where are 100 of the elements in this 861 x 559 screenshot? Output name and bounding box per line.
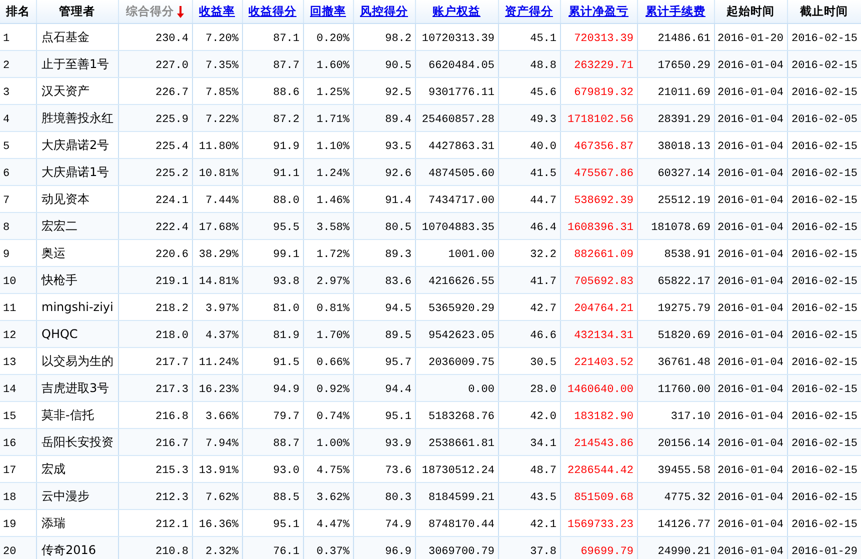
table-cell: 25460857.28: [422, 114, 494, 126]
table-cell: 1.25%: [316, 86, 350, 98]
table-cell: 0.66%: [316, 356, 350, 368]
table-cell: 3: [3, 86, 10, 98]
table-cell: 99.1: [273, 248, 300, 260]
table-cell: 210.8: [155, 546, 188, 558]
table-cell: 2016-01-04: [718, 330, 784, 342]
column-header: 起始时间: [726, 4, 774, 18]
table-cell: 2016-02-15: [791, 140, 858, 152]
table-cell-text: 云中漫步: [40, 488, 90, 504]
table-cell: 215.3: [155, 464, 188, 476]
table-cell: 317.10: [670, 410, 710, 422]
table-cell-text: 奥运: [40, 244, 66, 262]
table-cell: 60327.14: [658, 168, 710, 180]
table-cell: 15: [3, 410, 16, 422]
table-cell: 9: [3, 248, 10, 260]
table-cell-text: 以交易为生的: [40, 352, 114, 370]
table-cell: 2016-01-04: [718, 140, 784, 152]
table-cell: 48.7: [530, 464, 556, 476]
table-cell: 94.9: [273, 384, 300, 396]
table-cell: 882661.09: [574, 248, 634, 260]
table-cell: 45.1: [530, 32, 556, 44]
table-cell: 88.6: [273, 86, 300, 98]
table-cell: 4.37%: [205, 330, 238, 342]
table-cell: 49.3: [530, 114, 556, 126]
table-cell: 2538661.81: [428, 438, 494, 450]
table-cell-text: 岳阳长安投资: [40, 434, 114, 450]
table-cell: 88.5: [273, 492, 300, 504]
table-cell: 92.6: [385, 168, 412, 180]
table-cell: 93.5: [385, 140, 412, 152]
table-cell: 19275.79: [658, 302, 710, 314]
table-cell: 4.47%: [316, 518, 350, 530]
table-cell: 0.74%: [316, 410, 350, 422]
table-cell: 2016-02-15: [791, 276, 858, 288]
table-cell: 1.60%: [316, 60, 350, 72]
column-header: 管理者: [59, 4, 95, 18]
table-cell: 217.3: [155, 384, 188, 396]
table-cell: 1.72%: [316, 248, 350, 260]
table-cell: 2016-01-04: [718, 114, 784, 126]
table-cell: 2016-01-04: [718, 276, 784, 288]
table-cell: 2016-01-04: [718, 194, 784, 206]
table-cell: 96.9: [385, 546, 412, 558]
table-cell: 19: [3, 518, 16, 530]
column-header: 排名: [6, 4, 30, 18]
table-cell: 5: [3, 140, 10, 152]
table-cell: 37.8: [530, 546, 556, 558]
table-cell: 8: [3, 222, 10, 234]
table-cell: 17: [3, 464, 16, 476]
table-cell: 221403.52: [574, 356, 634, 368]
table-cell: 222.4: [155, 222, 188, 234]
table-cell: 10704883.35: [422, 222, 494, 234]
table-cell: 90.5: [385, 60, 412, 72]
table-cell: 2016-02-15: [791, 168, 858, 180]
table-cell: 0.37%: [316, 546, 350, 558]
table-cell: 42.1: [530, 518, 556, 530]
table-cell: 3.97%: [205, 302, 238, 314]
table-cell: 4874505.60: [428, 168, 494, 180]
table-cell: 219.1: [155, 276, 188, 288]
table-cell: 1.00%: [316, 438, 350, 450]
table-cell: 2016-01-20: [718, 32, 784, 44]
table-cell: 1460640.00: [567, 384, 634, 396]
table-cell-text: 吉虎进取3号: [40, 380, 110, 396]
table-cell: 2016-01-04: [718, 384, 784, 396]
table-cell: 65822.17: [658, 276, 710, 288]
table-cell: 1718102.56: [567, 114, 634, 126]
table-cell: 91.1: [273, 168, 300, 180]
table-cell: 224.1: [155, 194, 188, 206]
table-cell: 9542623.05: [428, 330, 494, 342]
table-cell: 91.5: [273, 356, 300, 368]
table-cell: 220.6: [155, 248, 188, 260]
table-cell: 851509.68: [574, 492, 634, 504]
table-cell: 21011.69: [658, 86, 710, 98]
table-cell: 2016-01-04: [718, 410, 784, 422]
table-cell: 5183268.76: [428, 410, 494, 422]
table-cell: 1.70%: [316, 330, 350, 342]
table-cell: 73.6: [385, 464, 412, 476]
table-cell: 95.1: [385, 410, 412, 422]
table-cell: 0.00: [468, 384, 494, 396]
table-cell-text: 宏宏二: [40, 218, 78, 234]
table-cell: 7.35%: [205, 60, 238, 72]
table-cell: 43.5: [530, 492, 556, 504]
table-cell: 212.3: [155, 492, 188, 504]
table-cell: 2036009.75: [428, 356, 494, 368]
table-cell: 87.7: [273, 60, 300, 72]
table-cell: 76.1: [273, 546, 300, 558]
table-cell: 4.75%: [316, 464, 350, 476]
table-cell: 217.7: [155, 356, 188, 368]
table-cell: 7434717.00: [428, 194, 494, 206]
table-cell: 225.9: [155, 114, 188, 126]
table-cell: 94.4: [385, 384, 412, 396]
table-cell: 11760.00: [658, 384, 710, 396]
table-cell: 94.5: [385, 302, 412, 314]
table-cell: 80.5: [385, 222, 412, 234]
table-cell: 14.81%: [198, 276, 238, 288]
table-cell-text: 大庆鼎诺2号: [40, 136, 110, 154]
table-cell: 226.7: [155, 86, 188, 98]
table-cell: 89.5: [385, 330, 412, 342]
table-cell: 80.3: [385, 492, 412, 504]
table-cell: 2016-02-15: [791, 518, 858, 530]
table-cell: 2016-01-29: [791, 546, 858, 558]
